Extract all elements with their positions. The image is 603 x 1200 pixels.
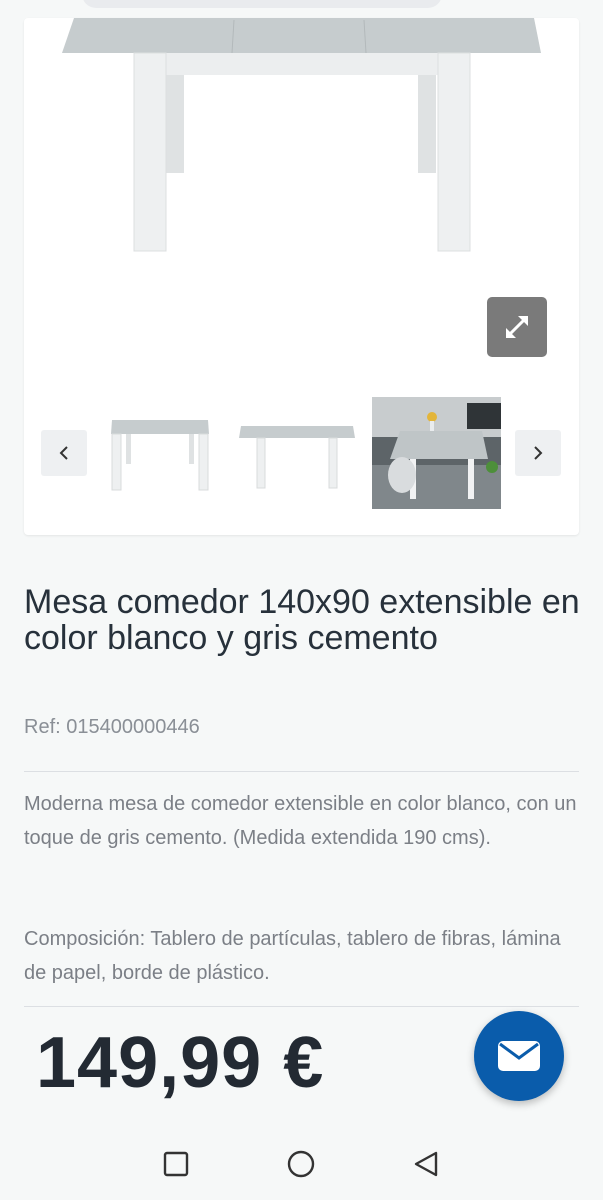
recent-apps-button[interactable] xyxy=(156,1144,196,1184)
url-bar-edge xyxy=(82,0,442,8)
thumbnail-3[interactable] xyxy=(372,397,501,509)
thumbnail-2[interactable] xyxy=(237,422,357,492)
zoom-button[interactable] xyxy=(487,297,547,357)
contact-mail-button[interactable] xyxy=(474,1011,564,1101)
product-description: Moderna mesa de comedor extensible en co… xyxy=(24,793,577,849)
product-price: 149,99 € xyxy=(36,1023,325,1103)
product-composition: Composición: Tablero de partículas, tabl… xyxy=(24,928,561,984)
square-icon xyxy=(163,1151,189,1177)
product-gallery xyxy=(24,18,579,535)
chevron-right-icon xyxy=(534,446,543,460)
product-reference: Ref: 015400000446 xyxy=(24,716,200,738)
gallery-prev-button[interactable] xyxy=(41,430,87,476)
home-button[interactable] xyxy=(281,1144,321,1184)
divider xyxy=(24,1006,579,1007)
circle-icon xyxy=(287,1150,315,1178)
main-product-image[interactable] xyxy=(24,18,579,318)
triangle-back-icon xyxy=(414,1151,438,1177)
gallery-next-button[interactable] xyxy=(515,430,561,476)
thumbnail-1[interactable] xyxy=(108,414,212,494)
divider xyxy=(24,771,579,772)
envelope-icon xyxy=(498,1041,540,1071)
system-navigation-bar xyxy=(0,1134,603,1200)
back-button[interactable] xyxy=(406,1144,446,1184)
product-title: Mesa comedor 140x90 extensible en color … xyxy=(24,583,580,657)
expand-icon xyxy=(506,316,528,338)
chevron-left-icon xyxy=(59,446,68,460)
